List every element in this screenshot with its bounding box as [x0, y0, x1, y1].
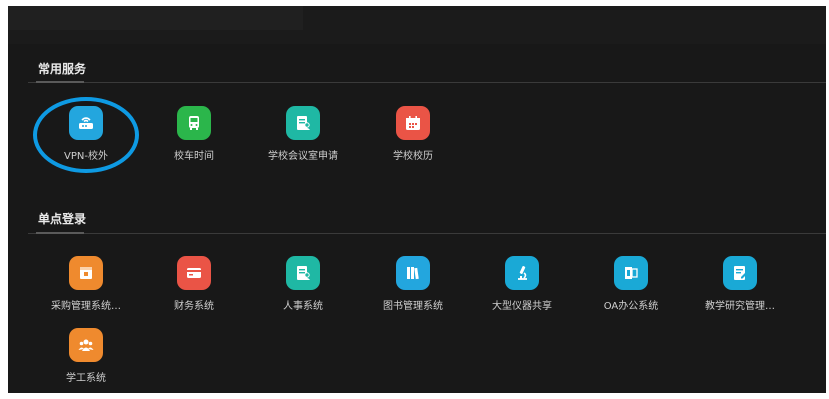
card-icon — [177, 256, 211, 290]
microscope-icon — [505, 256, 539, 290]
app-school-calendar[interactable]: 学校校历 — [358, 106, 468, 162]
document-user-icon — [286, 106, 320, 140]
app-label: 校车时间 — [174, 151, 214, 162]
app-label: 教学研究管理… — [705, 301, 775, 312]
app-label: 图书管理系统 — [383, 301, 443, 312]
app-hr[interactable]: 人事系统 — [248, 256, 358, 312]
app-label: 财务系统 — [174, 301, 214, 312]
bus-icon — [177, 106, 211, 140]
sso-title: 单点登录 — [38, 212, 87, 226]
section-divider — [28, 232, 826, 234]
books-icon — [396, 256, 430, 290]
app-finance[interactable]: 财务系统 — [139, 256, 249, 312]
top-bar — [8, 6, 826, 44]
app-label: 学校会议室申请 — [268, 151, 338, 162]
app-vpn[interactable]: VPN-校外 — [31, 106, 141, 162]
app-label: 学工系统 — [66, 373, 106, 384]
section-divider — [28, 81, 826, 83]
group-icon — [69, 328, 103, 362]
top-bar-block — [8, 6, 303, 30]
box-icon — [69, 256, 103, 290]
app-library[interactable]: 图书管理系统 — [358, 256, 468, 312]
app-label: OA办公系统 — [603, 301, 659, 312]
common-services-title: 常用服务 — [38, 62, 87, 76]
document-user-icon — [286, 256, 320, 290]
app-teaching-research[interactable]: 教学研究管理… — [685, 256, 795, 312]
app-oa-office[interactable]: OA办公系统 — [576, 256, 686, 312]
app-procurement[interactable]: 采购管理系统… — [31, 256, 141, 312]
app-label: VPN-校外 — [64, 151, 108, 162]
calendar-icon — [396, 106, 430, 140]
app-label: 学校校历 — [393, 151, 433, 162]
app-instrument-sharing[interactable]: 大型仪器共享 — [467, 256, 577, 312]
office-icon — [614, 256, 648, 290]
app-student-affairs[interactable]: 学工系统 — [31, 328, 141, 384]
app-school-bus[interactable]: 校车时间 — [139, 106, 249, 162]
app-label: 采购管理系统… — [51, 301, 121, 312]
edit-icon — [723, 256, 757, 290]
app-label: 大型仪器共享 — [492, 301, 552, 312]
portal-panel: 常用服务 VPN-校外 校车时间 学校会议室申请 学校校历 单点登录 采购管理系… — [8, 6, 826, 393]
router-icon — [69, 106, 103, 140]
app-meeting-room[interactable]: 学校会议室申请 — [248, 106, 358, 162]
app-label: 人事系统 — [283, 301, 323, 312]
